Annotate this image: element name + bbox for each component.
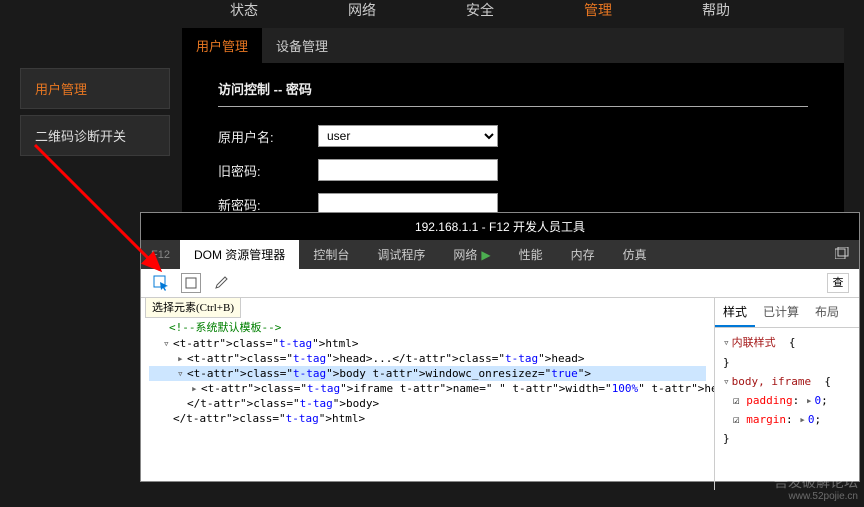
- devtools-panel: 192.168.1.1 - F12 开发人员工具 F12 DOM 资源管理器 控…: [140, 212, 860, 482]
- nav-status[interactable]: 状态: [230, 0, 258, 20]
- old-password-input[interactable]: [318, 159, 498, 181]
- dom-line[interactable]: </t-attr">class="t-tag">html>: [149, 411, 706, 426]
- subtab-device-manage[interactable]: 设备管理: [262, 28, 342, 63]
- dom-tree[interactable]: 选择元素(Ctrl+B) <!--系统默认模板--> ▿<t-attr">cla…: [141, 298, 714, 490]
- label-old-password: 旧密码:: [218, 161, 318, 180]
- search-button[interactable]: 查: [827, 273, 849, 293]
- dom-line[interactable]: </t-attr">class="t-tag">body>: [149, 396, 706, 411]
- select-element-tooltip: 选择元素(Ctrl+B): [145, 298, 241, 318]
- main-panel: 用户管理 设备管理 访问控制 -- 密码 原用户名: user 旧密码: 新密码…: [182, 28, 844, 243]
- tab-network[interactable]: 网络▶: [439, 240, 504, 269]
- styles-panel: 样式 已计算 布局 ▿内联样式 { } ▿body, iframe {☑ pad…: [714, 298, 859, 490]
- form-title: 访问控制 -- 密码: [218, 79, 808, 98]
- styles-tab-computed[interactable]: 已计算: [755, 298, 807, 327]
- devtools-tabs: F12 DOM 资源管理器 控制台 调试程序 网络▶ 性能 内存 仿真: [141, 240, 859, 269]
- f12-label: F12: [141, 243, 180, 267]
- nav-manage[interactable]: 管理: [584, 0, 612, 20]
- play-icon: ▶: [481, 248, 490, 262]
- top-nav: 状态 网络 安全 管理 帮助: [0, 0, 864, 28]
- dom-line[interactable]: ▿<t-attr">class="t-tag">html>: [149, 336, 706, 351]
- dom-comment: <!--系统默认模板-->: [169, 321, 281, 334]
- styles-body: ▿内联样式 { } ▿body, iframe {☑ padding: ▸0;☑…: [715, 328, 859, 457]
- original-user-select[interactable]: user: [318, 125, 498, 147]
- color-picker-icon[interactable]: [211, 273, 231, 293]
- divider: [218, 106, 808, 107]
- subtab-user-manage[interactable]: 用户管理: [182, 28, 262, 63]
- tab-memory[interactable]: 内存: [557, 240, 609, 269]
- select-element-icon[interactable]: [151, 273, 171, 293]
- inline-style-selector[interactable]: 内联样式: [732, 336, 776, 349]
- dom-line[interactable]: ▿<t-attr">class="t-tag">body t-attr">win…: [149, 366, 706, 381]
- tab-dom-explorer[interactable]: DOM 资源管理器: [180, 240, 299, 269]
- tab-console[interactable]: 控制台: [299, 240, 363, 269]
- label-new-password: 新密码:: [218, 195, 318, 214]
- nav-network[interactable]: 网络: [348, 0, 376, 20]
- sidebar-item-qr-diag[interactable]: 二维码诊断开关: [20, 115, 170, 156]
- tab-emulation[interactable]: 仿真: [609, 240, 661, 269]
- styles-tab-layout[interactable]: 布局: [807, 298, 847, 327]
- dom-line[interactable]: ▸<t-attr">class="t-tag">head>...</t-attr…: [149, 351, 706, 366]
- tab-performance[interactable]: 性能: [505, 240, 557, 269]
- sub-tabs: 用户管理 设备管理: [182, 28, 844, 63]
- dom-line[interactable]: ▸<t-attr">class="t-tag">iframe t-attr">n…: [149, 381, 706, 396]
- tab-debugger[interactable]: 调试程序: [363, 240, 439, 269]
- styles-tab-styles[interactable]: 样式: [715, 298, 755, 327]
- label-original-user: 原用户名:: [218, 127, 318, 146]
- sidebar-item-user-manage[interactable]: 用户管理: [20, 68, 170, 109]
- nav-security[interactable]: 安全: [466, 0, 494, 20]
- watermark: 吾发破解论坛 www.52pojie.cn: [774, 474, 858, 503]
- devtools-title: 192.168.1.1 - F12 开发人员工具: [141, 213, 859, 240]
- undock-icon[interactable]: [825, 241, 859, 268]
- devtools-toolbar: 查: [141, 269, 859, 298]
- highlight-icon[interactable]: [181, 273, 201, 293]
- nav-help[interactable]: 帮助: [702, 0, 730, 20]
